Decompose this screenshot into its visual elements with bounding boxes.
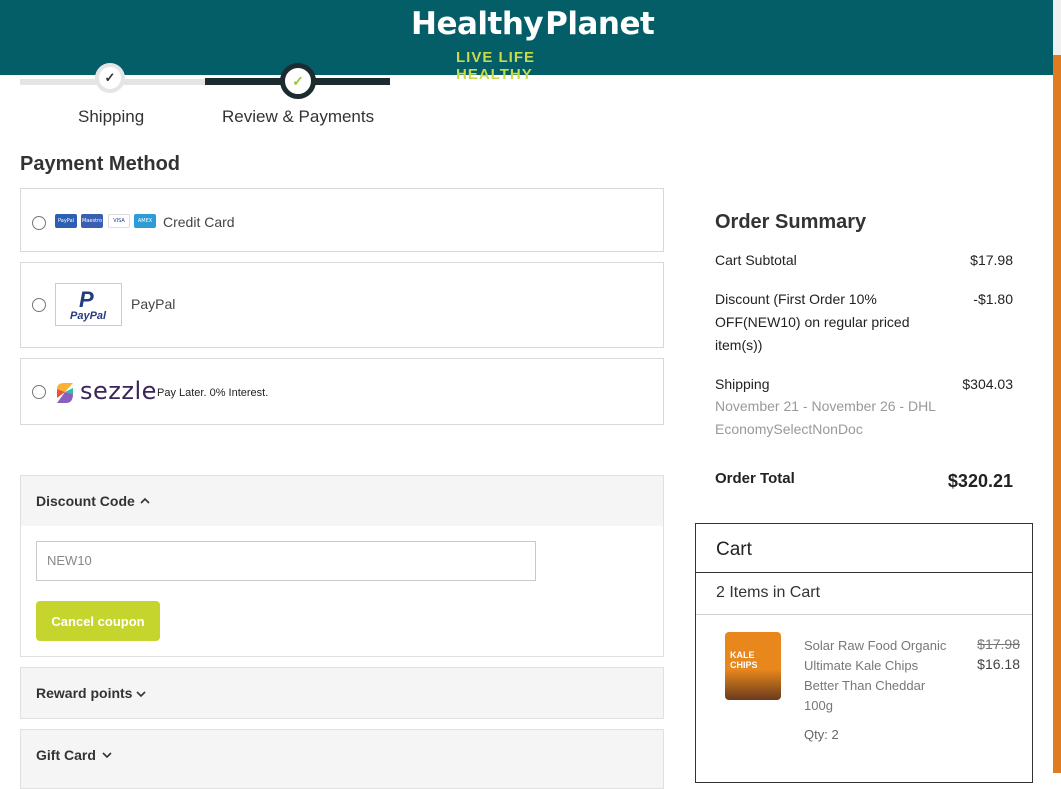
credit-card-label: Credit Card bbox=[163, 214, 235, 230]
chevron-down-icon[interactable] bbox=[135, 689, 147, 699]
shipping-label: Shipping bbox=[715, 376, 770, 392]
logo[interactable]: Healthy Planet bbox=[411, 4, 655, 44]
payment-method-title: Payment Method bbox=[20, 153, 181, 175]
product-qty: Qty: 2 bbox=[804, 727, 839, 742]
product-price: $16.18 bbox=[977, 656, 1020, 672]
step-label-shipping[interactable]: Shipping bbox=[78, 107, 144, 127]
payment-option-sezzle[interactable]: sezzle Pay Later. 0% Interest. bbox=[20, 358, 664, 425]
shipping-value: $304.03 bbox=[962, 376, 1013, 392]
product-old-price: $17.98 bbox=[977, 636, 1020, 652]
credit-card-radio[interactable] bbox=[32, 216, 46, 230]
paypal-logo: P PayPal bbox=[55, 283, 122, 326]
paypal-radio[interactable] bbox=[32, 298, 46, 312]
subtotal-value: $17.98 bbox=[970, 252, 1013, 268]
payment-option-paypal[interactable]: P PayPal PayPal bbox=[20, 262, 664, 348]
cart-items-count[interactable]: 2 Items in Cart bbox=[716, 584, 820, 602]
sezzle-tagline: Pay Later. 0% Interest. bbox=[157, 387, 269, 399]
brand-tagline: LIVE LIFE HEALTHY bbox=[456, 49, 536, 83]
paypal-label: PayPal bbox=[131, 296, 176, 312]
order-summary-title: Order Summary bbox=[715, 211, 867, 233]
step-shipping-check-icon: ✓ bbox=[95, 63, 125, 93]
paypal-logo-text: PayPal bbox=[70, 310, 107, 322]
product-image[interactable]: KALE CHIPS bbox=[725, 632, 781, 700]
gift-card-toggle[interactable]: Gift Card bbox=[36, 747, 96, 763]
site-header: Healthy Planet LIVE LIFE HEALTHY bbox=[0, 0, 1053, 83]
discount-code-body: NEW10 Cancel coupon bbox=[21, 526, 663, 656]
discount-code-input[interactable]: NEW10 bbox=[36, 541, 536, 581]
order-total-value: $320.21 bbox=[947, 471, 1013, 491]
discount-label: Discount (First Order 10% OFF(NEW10) on … bbox=[715, 291, 910, 353]
product-name[interactable]: Solar Raw Food Organic Ultimate Kale Chi… bbox=[804, 636, 954, 716]
sezzle-logo-text: sezzle bbox=[80, 377, 157, 405]
paypal-card-icon: PayPal bbox=[55, 214, 77, 228]
gift-card-section[interactable]: Gift Card bbox=[20, 729, 664, 789]
cart-title: Cart bbox=[716, 539, 752, 560]
step-label-review: Review & Payments bbox=[222, 107, 375, 126]
chevron-up-icon[interactable] bbox=[139, 496, 151, 506]
cart-panel: Cart 2 Items in Cart KALE CHIPS Solar Ra… bbox=[695, 523, 1033, 783]
reward-points-section[interactable]: Reward points bbox=[20, 667, 664, 719]
cancel-coupon-button[interactable]: Cancel coupon bbox=[36, 601, 160, 641]
reward-points-toggle[interactable]: Reward points bbox=[36, 685, 132, 701]
chevron-down-icon[interactable] bbox=[101, 750, 113, 760]
scrollbar-thumb[interactable] bbox=[1053, 55, 1061, 773]
divider bbox=[696, 614, 1032, 615]
divider bbox=[696, 572, 1032, 573]
discount-value: -$1.80 bbox=[973, 291, 1013, 307]
logo-text-planet: Planet bbox=[545, 6, 655, 42]
sezzle-logo-icon bbox=[57, 383, 73, 403]
sezzle-radio[interactable] bbox=[32, 385, 46, 399]
logo-text-healthy: Healthy bbox=[411, 6, 544, 42]
step-review-check-icon: ✓ bbox=[280, 63, 316, 99]
maestro-card-icon: Maestro bbox=[81, 214, 103, 228]
shipping-method-detail: November 21 - November 26 - DHL EconomyS… bbox=[715, 398, 936, 437]
discount-code-section: Discount Code NEW10 Cancel coupon bbox=[20, 475, 664, 657]
payment-option-credit-card[interactable]: PayPal Maestro VISA AMEX Credit Card bbox=[20, 188, 664, 252]
product-image-text: KALE CHIPS bbox=[730, 650, 758, 670]
order-total-label: Order Total bbox=[715, 470, 795, 487]
visa-card-icon: VISA bbox=[108, 214, 130, 228]
amex-card-icon: AMEX bbox=[134, 214, 156, 228]
subtotal-label: Cart Subtotal bbox=[715, 252, 797, 268]
discount-code-toggle[interactable]: Discount Code bbox=[36, 493, 135, 509]
